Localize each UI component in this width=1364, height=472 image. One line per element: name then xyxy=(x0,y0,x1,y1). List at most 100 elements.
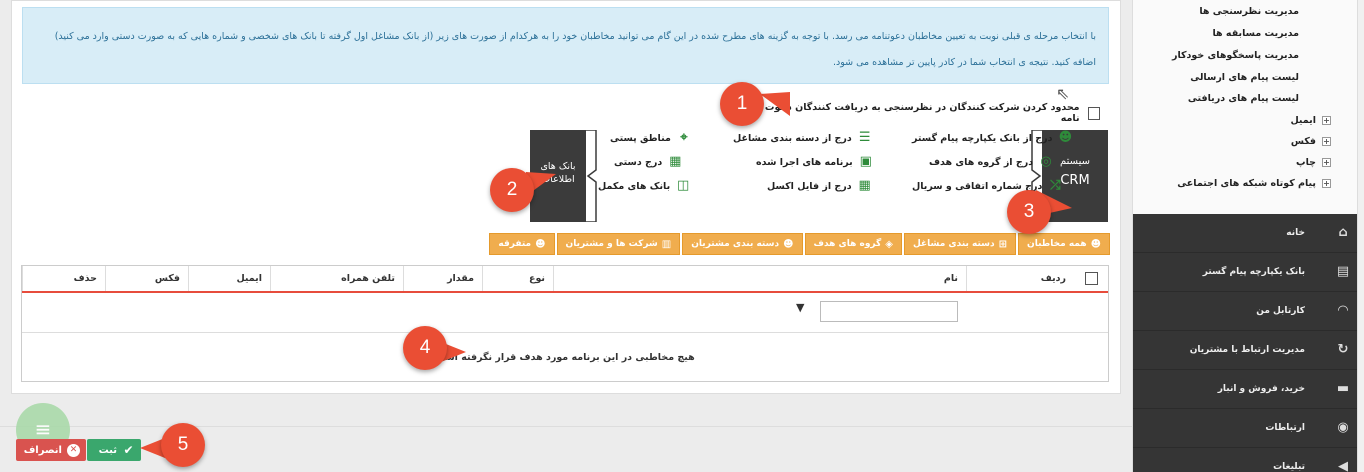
nav-item-label: کارتابل من xyxy=(1256,306,1305,316)
tab-target-groups[interactable]: ◈ گروه های هدف xyxy=(804,233,902,255)
sidebar-group-label: ایمیل xyxy=(1290,115,1316,126)
sidebar-main-nav: ⌂ خانه ▤ بانک یکپارچه پیام گستر ◠ کارتاب… xyxy=(1133,214,1364,472)
option-executed-programs[interactable]: ▣ برنامه های اجرا شده xyxy=(756,155,874,169)
tab-companies-customers[interactable]: ▥ شرکت ها و مشتریان xyxy=(556,233,681,255)
option-label: درج از دسته بندی مشاغل xyxy=(733,132,852,144)
callout-marker-4: 4 xyxy=(403,326,447,370)
refresh-icon: ↻ xyxy=(1337,342,1349,357)
name-filter-input[interactable] xyxy=(820,301,958,322)
column-type[interactable]: نوع xyxy=(482,266,553,291)
dashboard-icon: ◠ xyxy=(1338,303,1348,318)
truck-icon: ▬ xyxy=(1336,381,1350,396)
tab-all-contacts[interactable]: ☻ همه مخاطبان xyxy=(1018,233,1110,255)
select-all-checkbox[interactable] xyxy=(1085,272,1098,285)
sidebar-item-sent-messages[interactable]: لیست پیام های ارسالی xyxy=(1190,72,1299,83)
sidebar-item-contests[interactable]: مدیریت مسابقه ها xyxy=(1212,28,1299,39)
option-insert-message-bank[interactable]: ☻ درج از بانک یکپارچه پیام گستر xyxy=(912,131,1073,145)
menu-icon: ≡ xyxy=(34,417,52,441)
expand-plus-icon[interactable]: + xyxy=(1322,158,1331,167)
option-insert-job-categories[interactable]: ☰ درج از دسته بندی مشاغل xyxy=(733,131,873,145)
column-email[interactable]: ایمیل xyxy=(188,266,270,291)
save-button-label: ثبت xyxy=(98,444,117,456)
empty-table-message: هیچ مخاطبی در این برنامه مورد هدف قرار ن… xyxy=(435,352,695,363)
column-value[interactable]: مقدار xyxy=(403,266,482,291)
sidebar-group-label: پیام کوتاه شبکه های اجتماعی xyxy=(1177,178,1316,189)
option-manual-entry[interactable]: ▦ درج دستی xyxy=(614,155,683,169)
save-icon: ▣ xyxy=(859,154,872,169)
target-icon: ◈ xyxy=(885,238,893,250)
expand-plus-icon[interactable]: + xyxy=(1322,116,1331,125)
group-icon: ☻ xyxy=(535,238,546,250)
callout-marker-5: 5 xyxy=(161,423,205,467)
keyboard-icon: ▦ xyxy=(669,154,682,169)
column-name[interactable]: نام xyxy=(553,266,966,291)
sidebar-group-label: چاپ xyxy=(1296,157,1316,168)
nav-item-label: بانک یکپارچه پیام گستر xyxy=(1202,267,1305,277)
sidebar-group-social-sms[interactable]: + پیام کوتاه شبکه های اجتماعی xyxy=(1177,178,1331,189)
nav-item-message-bank[interactable]: ▤ بانک یکپارچه پیام گستر xyxy=(1133,253,1364,292)
select-all-cell[interactable] xyxy=(1074,266,1108,291)
expand-plus-icon[interactable]: + xyxy=(1322,179,1331,188)
tab-label: همه مخاطبان xyxy=(1027,239,1087,249)
option-insert-excel[interactable]: ▦ درج از فایل اکسل xyxy=(767,179,873,193)
option-complementary-banks[interactable]: ◫ بانک های مکمل xyxy=(598,179,691,193)
nav-item-communications[interactable]: ◉ ارتباطات xyxy=(1133,409,1364,448)
table-filter-row: ▼ xyxy=(22,293,1108,333)
nav-item-label: خانه xyxy=(1286,228,1305,238)
column-fax[interactable]: فکس xyxy=(105,266,188,291)
option-insert-target-groups[interactable]: ◎ درج از گروه های هدف xyxy=(929,155,1054,169)
sidebar-group-fax[interactable]: + فکس xyxy=(1291,136,1331,147)
nav-item-my-cartable[interactable]: ◠ کارتابل من xyxy=(1133,292,1364,331)
nav-item-label: ارتباطات xyxy=(1265,423,1305,433)
save-button[interactable]: ✔ ثبت xyxy=(87,439,141,461)
sidebar-group-print[interactable]: + چاپ xyxy=(1296,157,1331,168)
tab-label: گروه های هدف xyxy=(813,239,882,249)
contacts-table: ردیف نام نوع مقدار تلفن همراه ایمیل فکس … xyxy=(21,265,1109,382)
tab-job-categories[interactable]: ⊞ دسته بندی مشاغل xyxy=(903,233,1017,255)
option-label: درج دستی xyxy=(614,156,663,168)
expand-plus-icon[interactable]: + xyxy=(1322,137,1331,146)
option-label: مناطق پستی xyxy=(610,132,671,144)
nav-item-home[interactable]: ⌂ خانه xyxy=(1133,214,1364,253)
mouse-cursor-icon: ⇖ xyxy=(1056,84,1070,103)
callout-marker-1: 1 xyxy=(720,82,764,126)
callout-marker-2: 2 xyxy=(490,168,534,212)
table-header: ردیف نام نوع مقدار تلفن همراه ایمیل فکس … xyxy=(22,266,1108,293)
nav-item-ads[interactable]: ◀ تبلیغات xyxy=(1133,448,1364,472)
sidebar-item-surveys[interactable]: مدیریت نظرسنجی ها xyxy=(1199,6,1299,17)
column-mobile[interactable]: تلفن همراه xyxy=(270,266,403,291)
page-scrollbar[interactable] xyxy=(1357,0,1364,472)
sidebar-item-received-messages[interactable]: لیست پیام های دریافتی xyxy=(1188,93,1299,104)
tab-customer-categories[interactable]: ☻ دسته بندی مشتریان xyxy=(682,233,803,255)
column-row-number[interactable]: ردیف xyxy=(966,266,1074,291)
column-delete[interactable]: حذف xyxy=(22,266,105,291)
check-icon: ✔ xyxy=(123,442,134,457)
option-label: درج از گروه های هدف xyxy=(929,156,1034,168)
tab-miscellaneous[interactable]: ☻ متفرقه xyxy=(489,233,555,255)
map-pin-icon: ⌖ xyxy=(680,130,688,145)
option-postal-zones[interactable]: ⌖ مناطق پستی xyxy=(610,131,692,145)
sidebar-group-email[interactable]: + ایمیل xyxy=(1290,115,1331,126)
excel-icon: ▦ xyxy=(858,178,871,193)
info-line-1: با انتخاب مرحله ی قبلی نوبت به تعیین مخا… xyxy=(54,31,1096,42)
filter-icon[interactable]: ▼ xyxy=(796,301,804,314)
home-icon: ⌂ xyxy=(1338,225,1348,240)
nav-item-label: خرید، فروش و انبار xyxy=(1217,384,1305,394)
sidebar-item-auto-responders[interactable]: مدیریت پاسخگوهای خودکار xyxy=(1172,50,1299,61)
list-icon: ☰ xyxy=(858,130,871,145)
nav-item-sales[interactable]: ▬ خرید، فروش و انبار xyxy=(1133,370,1364,409)
callout-marker-3: 3 xyxy=(1007,190,1051,234)
broadcast-icon: ◉ xyxy=(1337,420,1349,435)
sidebar-group-label: فکس xyxy=(1290,136,1316,147)
group-icon: ☻ xyxy=(1090,238,1101,250)
nav-item-crm[interactable]: ↻ مدیریت ارتباط با مشتریان xyxy=(1133,331,1364,370)
building-icon: ▥ xyxy=(661,238,672,250)
cancel-button[interactable]: ✕ انصراف xyxy=(16,439,86,461)
bank-bracket-icon xyxy=(586,130,597,222)
limit-participants-row[interactable]: محدود کردن شرکت کنندگان در نظرسنجی به در… xyxy=(760,102,1100,124)
limit-participants-label: محدود کردن شرکت کنندگان در نظرسنجی به در… xyxy=(764,102,1080,124)
sidebar: مدیریت نظرسنجی ها مدیریت مسابقه ها مدیری… xyxy=(1132,0,1364,472)
limit-participants-checkbox[interactable] xyxy=(1087,106,1100,120)
tab-label: شرکت ها و مشتریان xyxy=(565,239,658,249)
contact-type-tabs: ☻ همه مخاطبان ⊞ دسته بندی مشاغل ◈ گروه ه… xyxy=(486,233,1110,255)
